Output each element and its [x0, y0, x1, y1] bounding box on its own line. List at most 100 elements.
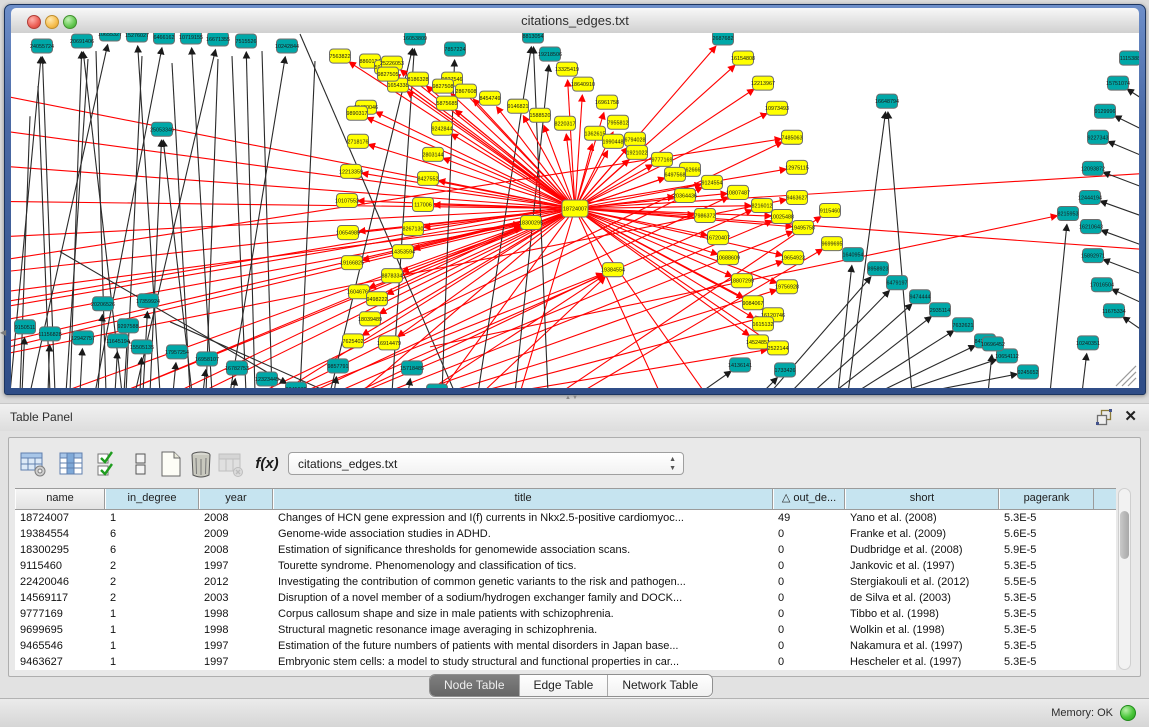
graph-node[interactable]: 7857224: [445, 42, 466, 56]
table-cell[interactable]: 9465546: [15, 638, 105, 654]
graph-node-selected[interactable]: 19756928: [775, 280, 799, 294]
table-cell[interactable]: 5.3E-5: [999, 558, 1094, 574]
table-cell[interactable]: 0: [773, 590, 845, 606]
table-cell[interactable]: 5.3E-5: [999, 622, 1094, 638]
graph-node[interactable]: 17359924: [136, 294, 160, 308]
table-cell[interactable]: 0: [773, 558, 845, 574]
graph-node-selected[interactable]: 9463627: [787, 190, 808, 204]
graph-node[interactable]: 10719155: [179, 33, 203, 44]
graph-node[interactable]: 9245652: [1018, 365, 1039, 379]
graph-node-selected[interactable]: 19166825: [340, 256, 364, 270]
graph-node[interactable]: 10696452: [981, 337, 1005, 351]
table-cell[interactable]: Estimation of significance thresholds fo…: [273, 542, 773, 558]
network-graph[interactable]: 1872400718300295193845542405572420691406…: [11, 33, 1139, 388]
graph-node-selected[interactable]: 8216012: [752, 198, 773, 212]
table-cell[interactable]: 5.9E-5: [999, 542, 1094, 558]
graph-node-selected[interactable]: 1588520: [530, 108, 551, 122]
graph-node-selected[interactable]: 9498222: [367, 292, 388, 306]
graph-node[interactable]: 16210643: [1079, 220, 1103, 234]
table-cell[interactable]: de Silva et al. (2003): [845, 590, 999, 606]
graph-node-selected[interactable]: 16154808: [731, 51, 755, 65]
column-header-short[interactable]: short: [845, 489, 999, 509]
table-cell[interactable]: 5.6E-5: [999, 526, 1094, 542]
table-cell[interactable]: 2: [105, 558, 199, 574]
graph-node-selected[interactable]: 14353594: [391, 245, 415, 259]
table-row[interactable]: 1456911722003Disruption of a novel membe…: [15, 590, 1116, 606]
column-header-name[interactable]: name: [15, 489, 105, 509]
close-panel-icon[interactable]: ✕: [1124, 408, 1137, 425]
table-cell[interactable]: 2: [105, 574, 199, 590]
graph-node[interactable]: 12093872: [1081, 161, 1105, 175]
table-source-dropdown[interactable]: citations_edges.txt ▲▼: [288, 452, 684, 475]
graph-node[interactable]: 7632621: [953, 318, 974, 332]
graph-node-selected[interactable]: 1921022: [627, 145, 648, 159]
graph-node-selected[interactable]: 16961758: [595, 95, 619, 109]
graph-node-selected[interactable]: 12213967: [751, 76, 775, 90]
graph-node-selected[interactable]: 8427552: [418, 171, 439, 185]
graph-node[interactable]: 1733426: [775, 363, 796, 377]
graph-node-selected[interactable]: 18724007: [562, 200, 588, 217]
graph-node-selected[interactable]: 1615132: [753, 317, 774, 331]
graph-node-selected[interactable]: 19384554: [601, 263, 625, 277]
table-row[interactable]: 911546021997Tourette syndrome. Phenomeno…: [15, 558, 1116, 574]
graph-node-selected[interactable]: 2803144: [423, 147, 444, 161]
table-cell[interactable]: Changes of HCN gene expression and I(f) …: [273, 510, 773, 526]
graph-node-selected[interactable]: 6794028: [625, 132, 646, 146]
graph-node-selected[interactable]: 14524851: [746, 335, 770, 349]
table-cell[interactable]: Genome-wide association studies in ADHD.: [273, 526, 773, 542]
select-visible-columns-icon[interactable]: [95, 450, 123, 478]
table-cell[interactable]: 1997: [199, 558, 273, 574]
graph-node[interactable]: 19218506: [538, 47, 562, 61]
table-cell[interactable]: 1998: [199, 622, 273, 638]
table-cell[interactable]: 0: [773, 638, 845, 654]
graph-node-selected[interactable]: 9827508: [433, 79, 454, 93]
table-cell[interactable]: 2008: [199, 510, 273, 526]
column-header-title[interactable]: title: [273, 489, 773, 509]
graph-node-selected[interactable]: 2867608: [456, 84, 477, 98]
table-cell[interactable]: 6: [105, 526, 199, 542]
graph-node-selected[interactable]: 18640910: [571, 77, 595, 91]
table-cell[interactable]: 0: [773, 622, 845, 638]
graph-node-selected[interactable]: 20364436: [673, 188, 697, 202]
graph-node-selected[interactable]: 12213359: [339, 164, 363, 178]
table-cell[interactable]: 2003: [199, 590, 273, 606]
graph-node[interactable]: 12942757: [71, 331, 95, 345]
table-cell[interactable]: 1: [105, 638, 199, 654]
graph-node-selected[interactable]: 9115460: [820, 203, 841, 217]
table-cell[interactable]: 0: [773, 574, 845, 590]
graph-node-selected[interactable]: 7563822: [330, 49, 351, 63]
table-cell[interactable]: 5.3E-5: [999, 654, 1094, 670]
graph-node[interactable]: 16053809: [403, 33, 427, 45]
graph-node-selected[interactable]: 10107552: [335, 193, 359, 207]
graph-node[interactable]: 10240351: [1076, 336, 1100, 350]
table-cell[interactable]: Embryonic stem cells: a model to study s…: [273, 654, 773, 670]
table-cell[interactable]: Corpus callosum shape and size in male p…: [273, 606, 773, 622]
left-edge-collapse-icon[interactable]: ◀: [0, 328, 5, 337]
graph-node[interactable]: 16958107: [195, 352, 219, 366]
table-cell[interactable]: Franke et al. (2009): [845, 526, 999, 542]
graph-node[interactable]: 12323445: [255, 372, 279, 386]
graph-node-selected[interactable]: 7485063: [782, 130, 803, 144]
graph-node[interactable]: 9857791: [328, 359, 349, 373]
table-row[interactable]: 1830029562008Estimation of significance …: [15, 542, 1116, 558]
graph-node-selected[interactable]: 18039489: [358, 312, 382, 326]
table-mode-icon[interactable]: [19, 450, 47, 478]
graph-node-selected[interactable]: 8186328: [408, 72, 429, 86]
graph-node-selected[interactable]: 7625402: [343, 334, 364, 348]
tab-network-table[interactable]: Network Table: [608, 675, 712, 696]
graph-node[interactable]: 11675334: [1102, 304, 1126, 318]
table-cell[interactable]: 19384554: [15, 526, 105, 542]
graph-node-selected[interactable]: 9124554: [702, 175, 723, 189]
graph-node-selected[interactable]: 12975115: [785, 160, 809, 174]
graph-node[interactable]: 11156828: [38, 327, 61, 341]
table-cell[interactable]: Dudbridge et al. (2008): [845, 542, 999, 558]
graph-node-selected[interactable]: 9242844: [432, 121, 453, 135]
table-row[interactable]: 1938455462009Genome-wide association stu…: [15, 526, 1116, 542]
graph-node-selected[interactable]: 9146821: [508, 99, 529, 113]
table-cell[interactable]: Jankovic et al. (1997): [845, 558, 999, 574]
table-cell[interactable]: Wolkin et al. (1998): [845, 622, 999, 638]
graph-node[interactable]: 15505135: [130, 340, 154, 354]
graph-node[interactable]: 17957254: [165, 345, 189, 359]
graph-node[interactable]: 1640954: [843, 248, 864, 262]
graph-node-selected[interactable]: 9827505: [378, 67, 399, 81]
